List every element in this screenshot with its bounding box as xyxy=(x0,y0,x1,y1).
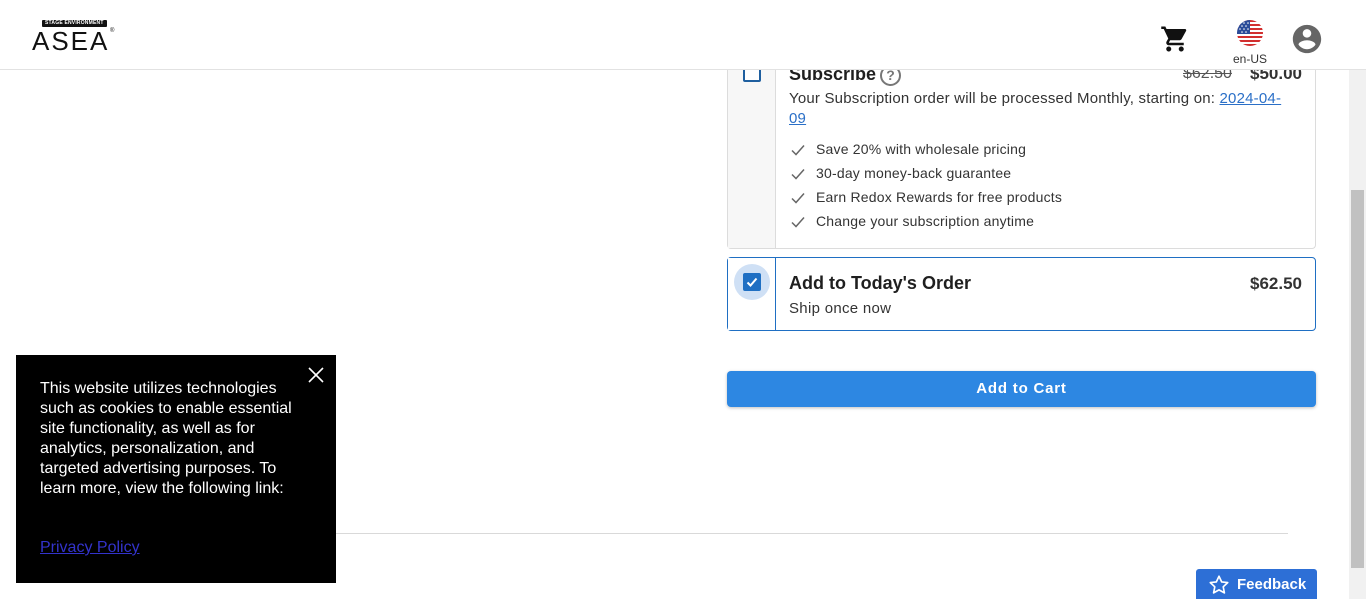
benefit-text: Save 20% with wholesale pricing xyxy=(816,141,1027,157)
subscribe-option-card[interactable]: Subscribe ? $62.50 $50.00 Your Subscript… xyxy=(727,40,1316,249)
today-order-checkbox[interactable] xyxy=(743,273,761,291)
today-order-title: Add to Today's Order xyxy=(789,273,971,293)
cookie-message: This website utilizes technologies such … xyxy=(40,380,292,497)
locale-label: en-US xyxy=(1232,52,1267,66)
list-item: Save 20% with wholesale pricing xyxy=(790,140,1062,164)
asea-logo[interactable]: STAGE ENVIRONMENT ASEA ® xyxy=(32,20,115,56)
checkmark-icon xyxy=(791,169,805,180)
site-header: STAGE ENVIRONMENT ASEA ® en-US xyxy=(0,0,1366,70)
account-icon xyxy=(1292,24,1322,54)
cart-button[interactable] xyxy=(1160,24,1190,54)
checkmark-icon xyxy=(791,217,805,228)
page-scrollbar[interactable] xyxy=(1349,0,1366,599)
benefit-text: Earn Redox Rewards for free products xyxy=(816,189,1063,205)
benefits-list: Save 20% with wholesale pricing 30-day m… xyxy=(790,140,1062,236)
feedback-button[interactable]: Feedback xyxy=(1196,569,1317,599)
today-order-subtitle: Ship once now xyxy=(789,300,892,317)
scrollbar-thumb[interactable] xyxy=(1351,190,1364,568)
registered-mark: ® xyxy=(110,28,115,34)
list-item: Earn Redox Rewards for free products xyxy=(790,188,1062,212)
account-button[interactable] xyxy=(1290,22,1324,56)
privacy-policy-link[interactable]: Privacy Policy xyxy=(40,539,140,557)
us-flag-icon xyxy=(1237,20,1263,46)
logo-wordmark: ASEA xyxy=(32,26,110,56)
list-item: 30-day money-back guarantee xyxy=(790,164,1062,188)
today-order-price: $62.50 xyxy=(1250,274,1302,293)
checkmark-icon xyxy=(791,193,805,204)
cookie-banner: This website utilizes technologies such … xyxy=(16,355,336,583)
cart-icon xyxy=(1161,26,1187,52)
feedback-label: Feedback xyxy=(1237,576,1307,593)
subscription-description-text: Your Subscription order will be processe… xyxy=(789,90,1220,107)
star-icon xyxy=(1209,575,1229,594)
checkmark-icon xyxy=(746,277,758,287)
today-order-option-card[interactable]: Add to Today's Order $62.50 Ship once no… xyxy=(727,257,1316,331)
list-item: Change your subscription anytime xyxy=(790,212,1062,236)
add-to-cart-button[interactable]: Add to Cart xyxy=(727,371,1316,407)
section-divider xyxy=(336,533,1288,534)
subscription-description: Your Subscription order will be processe… xyxy=(789,89,1289,129)
benefit-text: 30-day money-back guarantee xyxy=(816,165,1012,181)
benefit-text: Change your subscription anytime xyxy=(816,213,1035,229)
language-selector[interactable]: en-US xyxy=(1230,20,1270,66)
checkmark-icon xyxy=(791,145,805,156)
